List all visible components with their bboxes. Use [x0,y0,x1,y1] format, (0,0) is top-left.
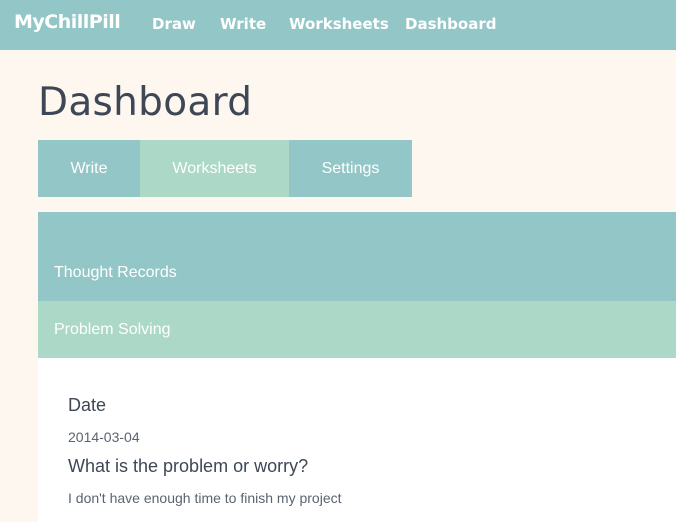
nav-link-dashboard[interactable]: Dashboard [405,15,496,33]
tab-worksheets[interactable]: Worksheets [140,140,289,197]
tab-write[interactable]: Write [38,140,140,197]
dashboard-tabs: Write Worksheets Settings [38,140,412,197]
problem-label: What is the problem or worry? [68,456,309,476]
problem-value: I don't have enough time to finish my pr… [68,490,342,506]
worksheet-item-thought-records[interactable]: Thought Records [54,264,177,282]
top-navigation-bar: MyChillPill Draw Write Worksheets Dashbo… [0,0,676,50]
worksheet-list-header: Thought Records [38,212,676,301]
page-title: Dashboard [38,80,253,125]
worksheets-panel: Thought Records Problem Solving Date 201… [38,212,676,522]
date-value: 2014-03-04 [68,429,140,445]
nav-link-worksheets[interactable]: Worksheets [289,15,389,33]
nav-link-draw[interactable]: Draw [152,15,196,33]
worksheet-item-problem-solving[interactable]: Problem Solving [38,301,676,358]
date-label: Date [68,395,107,415]
nav-link-write[interactable]: Write [220,15,266,33]
tab-settings[interactable]: Settings [289,140,412,197]
logo[interactable]: MyChillPill [14,11,121,33]
